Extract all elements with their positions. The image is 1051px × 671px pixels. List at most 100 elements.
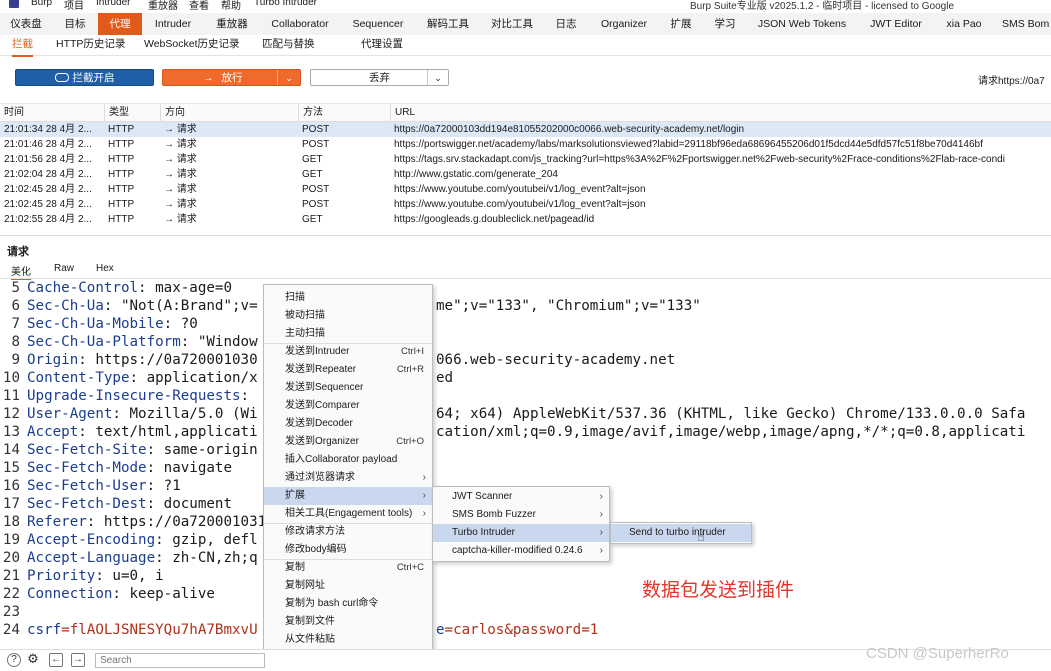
- context-menu-item[interactable]: 插入Collaborator payload: [264, 451, 432, 469]
- table-row[interactable]: 21:02:04 28 4月 2... HTTP → 请求 GET http://www…: [0, 167, 1051, 182]
- forward-button[interactable]: → 放行 ⌄: [162, 69, 301, 86]
- line-number: 12: [2, 406, 20, 422]
- context-menu-item[interactable]: 发送到Decoder: [264, 415, 432, 433]
- request-editor[interactable]: 5 Cache-Control: max-age=0 6 Sec-Ch-Ua: "No…: [0, 280, 1051, 643]
- tab-comparer[interactable]: 对比工具: [480, 13, 544, 35]
- table-row[interactable]: 21:02:55 28 4月 2... HTTP → 请求 GET https://go…: [0, 212, 1051, 227]
- tab-collaborator[interactable]: Collaborator: [260, 13, 340, 35]
- menu-item-shortcut: Ctrl+I: [401, 346, 424, 357]
- tab-sms-bomb[interactable]: SMS Bom: [992, 13, 1051, 35]
- gear-icon[interactable]: ⚙: [26, 652, 40, 667]
- tab-raw[interactable]: Raw: [54, 263, 74, 274]
- row-url: https://tags.srv.stackadapt.com/js_track…: [394, 154, 1005, 165]
- subtab-http-history[interactable]: HTTP历史记录: [56, 35, 125, 55]
- tab-proxy[interactable]: 代理: [98, 13, 142, 35]
- tab-decoder[interactable]: 解码工具: [416, 13, 480, 35]
- column-time[interactable]: 时间: [0, 104, 104, 121]
- search-input[interactable]: [95, 653, 265, 668]
- column-method[interactable]: 方法: [298, 104, 390, 121]
- tab-logger[interactable]: 日志: [544, 13, 588, 35]
- chevron-right-icon: ›: [599, 527, 603, 538]
- header-value-tail: me";v="133", "Chromium";v="133": [436, 298, 701, 314]
- context-menu-item[interactable]: 复制为 bash curl命令: [264, 595, 432, 613]
- subtab-match-replace[interactable]: 匹配与替换: [262, 35, 315, 55]
- header-value: : Mozilla/5.0 (Wi: [112, 406, 258, 422]
- menu-view[interactable]: 查看: [189, 0, 209, 11]
- menu-item-label: 被动扫描: [285, 310, 325, 321]
- table-row[interactable]: 21:01:46 28 4月 2... HTTP → 请求 POST https://p…: [0, 137, 1051, 152]
- tab-dashboard[interactable]: 仪表盘: [0, 13, 52, 35]
- drop-button[interactable]: 丢弃 ⌄: [310, 69, 449, 86]
- extension-menu-item[interactable]: captcha-killer-modified 0.24.6 ›: [433, 542, 609, 560]
- tab-intruder[interactable]: Intruder: [142, 13, 204, 35]
- editor-line: 22 Connection: keep-alive: [0, 586, 1051, 604]
- subtab-intercept[interactable]: 拦截: [12, 35, 33, 57]
- menu-intruder[interactable]: Intruder: [96, 0, 130, 8]
- context-menu-item[interactable]: 相关工具(Engagement tools) ›: [264, 505, 432, 523]
- context-menu-item[interactable]: 发送到Repeater Ctrl+R: [264, 361, 432, 379]
- context-menu-item[interactable]: 扩展 ›: [264, 487, 432, 505]
- context-menu-item[interactable]: 复制到文件: [264, 613, 432, 631]
- back-arrow-icon[interactable]: ←: [49, 653, 63, 667]
- subtab-proxy-settings[interactable]: 代理设置: [361, 35, 403, 55]
- context-menu-item[interactable]: 扫描: [264, 289, 432, 307]
- table-row[interactable]: 21:02:45 28 4月 2... HTTP → 请求 POST https://w…: [0, 197, 1051, 212]
- context-menu-item[interactable]: 被动扫描: [264, 307, 432, 325]
- context-menu-item[interactable]: 主动扫描: [264, 325, 432, 343]
- tab-extensions[interactable]: 扩展: [660, 13, 702, 35]
- context-menu-item[interactable]: 发送到Intruder Ctrl+I: [264, 343, 432, 361]
- menu-help[interactable]: 帮助: [221, 0, 241, 11]
- context-menu-item[interactable]: 从文件粘贴: [264, 631, 432, 649]
- context-menu-item[interactable]: 通过浏览器请求 ›: [264, 469, 432, 487]
- menu-repeater[interactable]: 重放器: [148, 0, 178, 11]
- context-menu-item[interactable]: 发送到Comparer: [264, 397, 432, 415]
- header-value: : https://0a720001030: [78, 352, 258, 368]
- tab-learn[interactable]: 学习: [702, 13, 748, 35]
- context-menu-item[interactable]: 发送到Sequencer: [264, 379, 432, 397]
- tab-sequencer[interactable]: Sequencer: [340, 13, 416, 35]
- chevron-down-icon[interactable]: ⌄: [277, 70, 300, 85]
- header-name: User-Agent: [27, 406, 113, 422]
- extension-menu-item[interactable]: SMS Bomb Fuzzer ›: [433, 506, 609, 524]
- context-menu-item[interactable]: 修改body编码: [264, 541, 432, 559]
- tab-target[interactable]: 目标: [52, 13, 98, 35]
- menu-turbo-intruder[interactable]: Turbo Intruder: [254, 0, 317, 8]
- context-menu-item[interactable]: 发送到Organizer Ctrl+O: [264, 433, 432, 451]
- context-menu-item[interactable]: 复制 Ctrl+C: [264, 559, 432, 577]
- menu-item-label: 通过浏览器请求: [285, 472, 355, 483]
- menu-project[interactable]: 项目: [64, 0, 84, 11]
- column-url[interactable]: URL: [390, 104, 1051, 121]
- tab-xia-pao[interactable]: xia Pao: [936, 13, 992, 35]
- tab-json-web-tokens[interactable]: JSON Web Tokens: [748, 13, 856, 35]
- subtab-websocket-history[interactable]: WebSocket历史记录: [144, 35, 240, 55]
- tab-hex[interactable]: Hex: [96, 263, 114, 274]
- table-row[interactable]: 21:02:45 28 4月 2... HTTP → 请求 POST https://w…: [0, 182, 1051, 197]
- help-icon[interactable]: ?: [7, 653, 21, 667]
- chevron-down-icon[interactable]: ⌄: [427, 70, 448, 85]
- line-number: 16: [2, 478, 20, 494]
- tab-jwt-editor[interactable]: JWT Editor: [856, 13, 936, 35]
- header-value: : https://0a720001031: [86, 514, 267, 530]
- extension-menu-item[interactable]: JWT Scanner ›: [433, 488, 609, 506]
- context-menu-item[interactable]: 复制网址: [264, 577, 432, 595]
- extension-menu-item[interactable]: Turbo Intruder ›: [433, 524, 609, 542]
- send-to-turbo-intruder-item[interactable]: Send to turbo intruder: [611, 524, 751, 542]
- tab-repeater[interactable]: 重放器: [204, 13, 260, 35]
- line-number: 8: [11, 334, 20, 350]
- column-type[interactable]: 类型: [104, 104, 160, 121]
- line-number: 17: [2, 496, 20, 512]
- line-number: 18: [2, 514, 20, 530]
- intercept-toggle-button[interactable]: 拦截开启: [15, 69, 154, 86]
- context-menu-item[interactable]: 修改请求方法: [264, 523, 432, 541]
- chevron-right-icon: ›: [422, 472, 426, 483]
- header-value: : navigate: [146, 460, 233, 476]
- tab-organizer[interactable]: Organizer: [588, 13, 660, 35]
- column-direction[interactable]: 方向: [160, 104, 298, 121]
- table-row[interactable]: 21:01:56 28 4月 2... HTTP → 请求 GET https://ta…: [0, 152, 1051, 167]
- table-row[interactable]: 21:01:34 28 4月 2... HTTP → 请求 POST https://0…: [0, 122, 1051, 137]
- header-value: : "Window: [180, 334, 258, 350]
- menu-item-label: SMS Bomb Fuzzer: [452, 509, 536, 520]
- menu-burp[interactable]: Burp: [31, 0, 52, 8]
- line-number: 15: [2, 460, 20, 476]
- forward-arrow-icon[interactable]: →: [71, 653, 85, 667]
